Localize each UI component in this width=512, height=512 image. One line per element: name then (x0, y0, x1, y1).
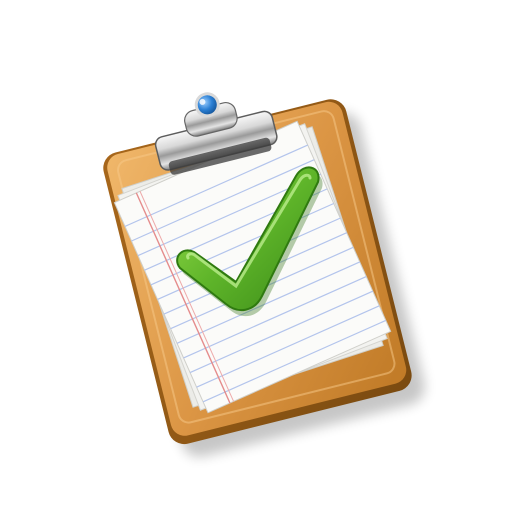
clipboard-checkmark-icon (103, 92, 425, 457)
app-icon-canvas (0, 0, 512, 512)
